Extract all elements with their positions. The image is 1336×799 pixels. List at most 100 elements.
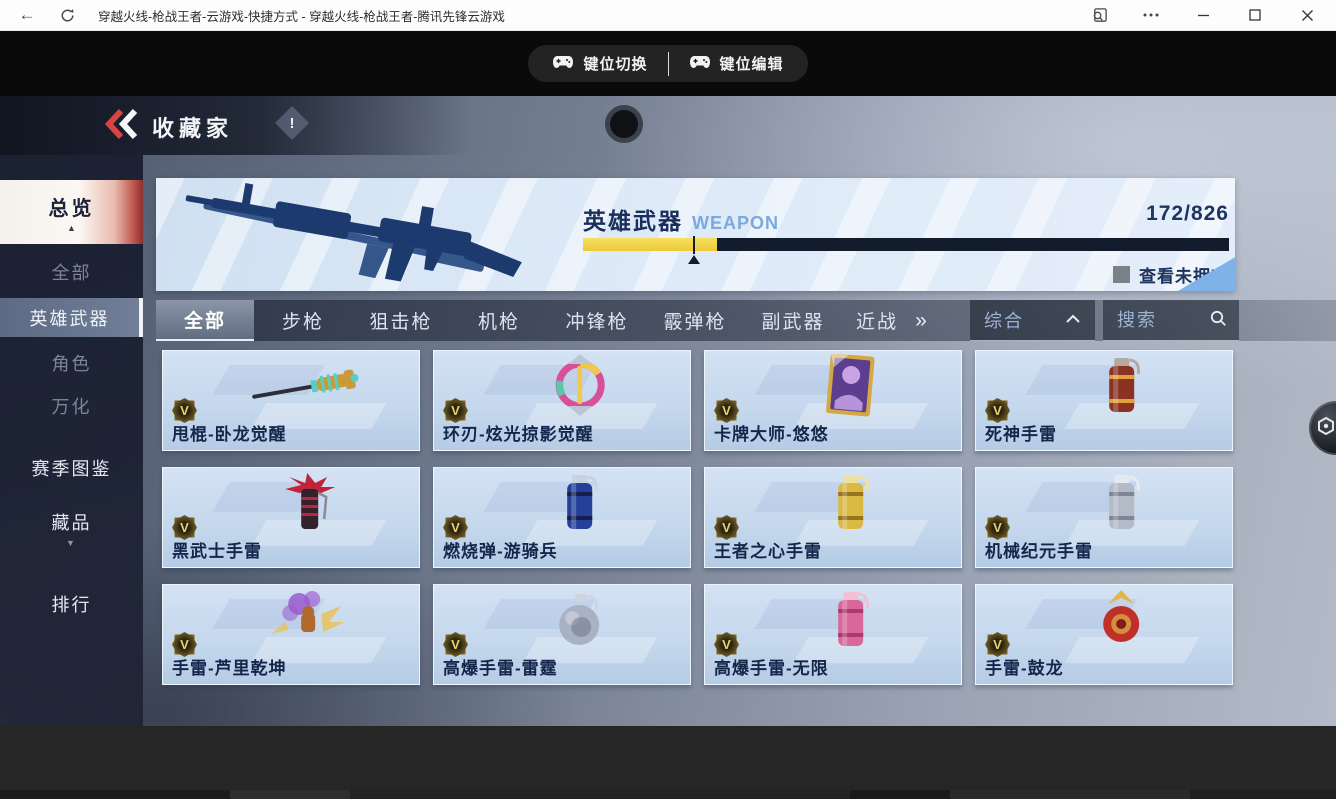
sidebar-category[interactable]: 万化: [0, 389, 143, 423]
search-input[interactable]: [1115, 308, 1201, 332]
background-window-strip: [0, 790, 1336, 799]
reload-icon[interactable]: [52, 2, 82, 28]
filter-tab[interactable]: 霰弹枪: [646, 300, 744, 341]
sidebar-category-list: 全部 英雄武器 角色 万化: [0, 255, 143, 423]
gamepad-icon: [689, 55, 711, 73]
bottom-letterbox: [0, 726, 1336, 799]
item-card[interactable]: V 燃烧弹-游骑兵: [433, 467, 691, 568]
banner-title-en: WEAPON: [692, 213, 779, 233]
more-menu-icon[interactable]: [1140, 2, 1162, 28]
progress-bar: [583, 236, 1229, 264]
filter-tab[interactable]: 步枪: [254, 300, 352, 341]
item-image: [1057, 588, 1187, 657]
item-image: [515, 354, 645, 423]
item-card[interactable]: V 高爆手雷-无限: [704, 584, 962, 685]
screen: ← 穿越火线-枪战王者-云游戏-快捷方式 - 穿越火线-枪战王者-腾讯先锋云游戏: [0, 0, 1336, 799]
sort-label: 综合: [984, 311, 1024, 331]
item-image: [244, 471, 374, 540]
item-image: [1057, 354, 1187, 423]
browser-titlebar: ← 穿越火线-枪战王者-云游戏-快捷方式 - 穿越火线-枪战王者-腾讯先锋云游戏: [0, 0, 1336, 31]
filter-tab[interactable]: 近战: [842, 300, 900, 341]
item-name: 高爆手雷-雷霆: [443, 659, 558, 678]
item-card[interactable]: V 卡牌大师-悠悠: [704, 350, 962, 451]
sidebar-category-label: 角色: [51, 354, 92, 374]
filter-tab-label: 霰弹枪: [663, 312, 727, 333]
search-window-icon[interactable]: [1088, 2, 1110, 28]
item-card[interactable]: V 环刃-炫光掠影觉醒: [433, 350, 691, 451]
filter-tab[interactable]: 全部: [156, 300, 254, 341]
item-name: 手雷-鼓龙: [985, 659, 1064, 678]
item-image: [786, 353, 916, 423]
key-edit-button[interactable]: 键位编辑: [669, 45, 804, 82]
item-card[interactable]: V 王者之心手雷: [704, 467, 962, 568]
filter-tab-label: 冲锋枪: [565, 312, 629, 333]
item-image: [515, 588, 645, 657]
item-card[interactable]: V 高爆手雷-雷霆: [433, 584, 691, 685]
item-name: 甩棍-卧龙觉醒: [172, 425, 287, 444]
filter-tab-label: 全部: [183, 311, 226, 332]
minimize-icon[interactable]: [1192, 2, 1214, 28]
titlebar-right: [1088, 2, 1324, 28]
item-image: [1057, 471, 1187, 540]
item-card[interactable]: V 手雷-芦里乾坤: [162, 584, 420, 685]
caret-up-icon: [1065, 311, 1081, 329]
sort-dropdown[interactable]: 综合: [970, 300, 1095, 341]
banner-title: 英雄武器 WEAPON: [583, 202, 779, 236]
item-name: 手雷-芦里乾坤: [172, 659, 287, 678]
item-name: 环刃-炫光掠影觉醒: [443, 425, 594, 444]
close-icon[interactable]: [1296, 2, 1318, 28]
game-header-strip: [0, 96, 470, 155]
filter-tab[interactable]: 副武器: [744, 300, 842, 341]
filter-tab-label: 近战: [856, 312, 899, 333]
key-edit-label: 键位编辑: [719, 56, 784, 73]
sidebar-item-ranking[interactable]: 排行: [0, 587, 143, 621]
sidebar-category[interactable]: 全部: [0, 255, 143, 289]
more-tabs-icon[interactable]: »: [904, 300, 938, 341]
item-name: 高爆手雷-无限: [714, 659, 829, 678]
gamepad-icon: [552, 55, 574, 73]
filter-tab[interactable]: 狙击枪: [352, 300, 450, 341]
item-grid: V 甩棍-卧龙觉醒 V 环刃-炫光掠影觉醒 V 卡牌大师-悠悠 V 死神手雷 V…: [162, 350, 1233, 685]
search-box[interactable]: [1103, 300, 1239, 341]
sidebar-item-collection[interactable]: 藏品 ▼: [0, 511, 143, 548]
filter-tab-label: 狙击枪: [369, 312, 433, 333]
filter-tab-label: 副武器: [761, 312, 825, 333]
sidebar-category[interactable]: 英雄武器: [0, 298, 143, 337]
key-switch-button[interactable]: 键位切换: [532, 45, 667, 82]
item-name: 死神手雷: [985, 425, 1057, 444]
sidebar-category[interactable]: 角色: [0, 346, 143, 380]
item-card[interactable]: V 手雷-鼓龙: [975, 584, 1233, 685]
game-viewport: 收藏家 ! 总览 ▲ 全部 英雄武器 角色 万化 赛季图鉴 藏品 ▼ 排行 英雄…: [0, 96, 1336, 726]
floating-assistant-button[interactable]: [1309, 401, 1336, 455]
banner-title-zh: 英雄武器: [583, 208, 683, 234]
item-card[interactable]: V 机械纪元手雷: [975, 467, 1233, 568]
rifle-silhouette-icon: [170, 180, 560, 291]
item-name: 机械纪元手雷: [985, 542, 1093, 561]
item-card[interactable]: V 死神手雷: [975, 350, 1233, 451]
hexagon-icon: [1316, 416, 1336, 441]
sidebar: 总览 ▲ 全部 英雄武器 角色 万化 赛季图鉴 藏品 ▼ 排行: [0, 155, 143, 726]
weapon-banner: 英雄武器 WEAPON 172/826 查看未拥有: [156, 178, 1235, 291]
item-image: [515, 471, 645, 540]
banner-corner-accent: [1171, 253, 1235, 291]
sidebar-item-overview[interactable]: 总览 ▲: [0, 180, 143, 244]
filter-tab[interactable]: 冲锋枪: [548, 300, 646, 341]
item-card[interactable]: V 黑武士手雷: [162, 467, 420, 568]
keybind-pill: 键位切换 键位编辑: [528, 45, 808, 82]
page-title: 收藏家: [152, 116, 234, 141]
item-image: [244, 588, 374, 657]
item-card[interactable]: V 甩棍-卧龙觉醒: [162, 350, 420, 451]
back-icon[interactable]: ←: [12, 2, 42, 28]
key-switch-label: 键位切换: [583, 56, 648, 73]
sidebar-item-season[interactable]: 赛季图鉴: [0, 451, 143, 485]
expand-down-icon: ▼: [66, 537, 77, 548]
item-image: [786, 471, 916, 540]
game-back-button[interactable]: [102, 108, 144, 145]
maximize-icon[interactable]: [1244, 2, 1266, 28]
search-icon: [1209, 309, 1227, 332]
filter-tab[interactable]: 机枪: [450, 300, 548, 341]
sidebar-category-label: 英雄武器: [29, 308, 110, 329]
overview-label: 总览: [48, 197, 95, 220]
filter-tab-label: 步枪: [281, 312, 324, 333]
unowned-checkbox[interactable]: [1113, 266, 1130, 283]
